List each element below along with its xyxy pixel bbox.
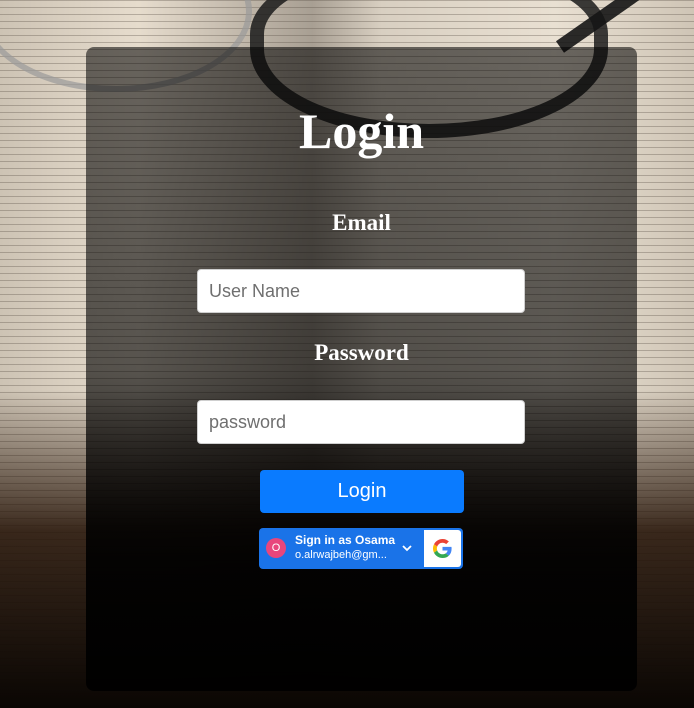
password-input[interactable] <box>197 400 525 444</box>
avatar: O <box>266 538 286 558</box>
page-title: Login <box>298 103 425 159</box>
login-button[interactable]: Login <box>260 470 464 513</box>
google-logo-icon <box>433 539 452 558</box>
login-panel: Login Email Password Login O Sign in as … <box>86 47 637 691</box>
username-input[interactable] <box>197 269 525 313</box>
password-label: Password <box>314 340 409 365</box>
google-signin-email: o.alrwajbeh@gm... <box>295 549 387 561</box>
chevron-down-icon[interactable] <box>401 542 413 554</box>
google-logo-container <box>424 530 461 567</box>
email-label: Email <box>332 210 391 235</box>
google-signin-button[interactable]: O Sign in as Osama o.alrwajbeh@gm... <box>259 528 463 569</box>
google-signin-label: Sign in as Osama <box>295 533 396 547</box>
